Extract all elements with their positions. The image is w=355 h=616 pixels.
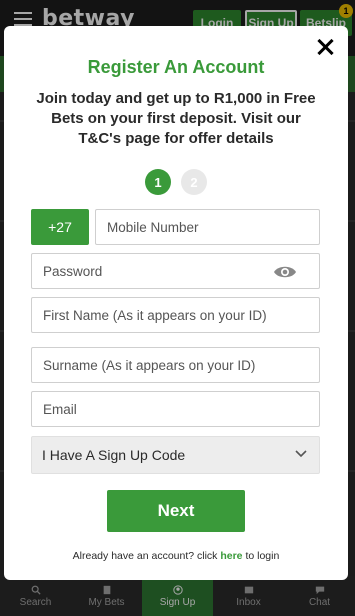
login-suffix: to login <box>245 550 280 562</box>
step-indicator: 1 2 <box>4 169 348 195</box>
chevron-down-icon <box>295 450 307 458</box>
login-prompt: Already have an account? click here to l… <box>4 550 348 562</box>
close-icon[interactable] <box>316 38 334 56</box>
password-field[interactable]: Password <box>31 253 320 289</box>
signup-code-label: I Have A Sign Up Code <box>42 447 186 463</box>
modal-subtitle: Join today and get up to R1,000 in Free … <box>36 90 316 147</box>
password-placeholder: Password <box>43 263 103 279</box>
next-button[interactable]: Next <box>107 490 245 532</box>
surname-field[interactable]: Surname (As it appears on your ID) <box>31 347 320 383</box>
modal-title: Register An Account <box>87 57 265 77</box>
login-prompt-text: Already have an account? click <box>72 550 218 562</box>
eye-icon[interactable] <box>273 264 297 280</box>
first-name-field[interactable]: First Name (As it appears on your ID) <box>31 297 320 333</box>
step-2: 2 <box>181 169 207 195</box>
step-1: 1 <box>145 169 171 195</box>
mobile-number-field[interactable]: Mobile Number <box>95 209 320 245</box>
country-code[interactable]: +27 <box>31 209 89 245</box>
email-field[interactable]: Email <box>31 391 320 427</box>
login-link[interactable]: here <box>220 550 242 562</box>
register-modal: Register An Account Join today and get u… <box>4 26 348 580</box>
signup-code-select[interactable]: I Have A Sign Up Code <box>31 436 320 474</box>
